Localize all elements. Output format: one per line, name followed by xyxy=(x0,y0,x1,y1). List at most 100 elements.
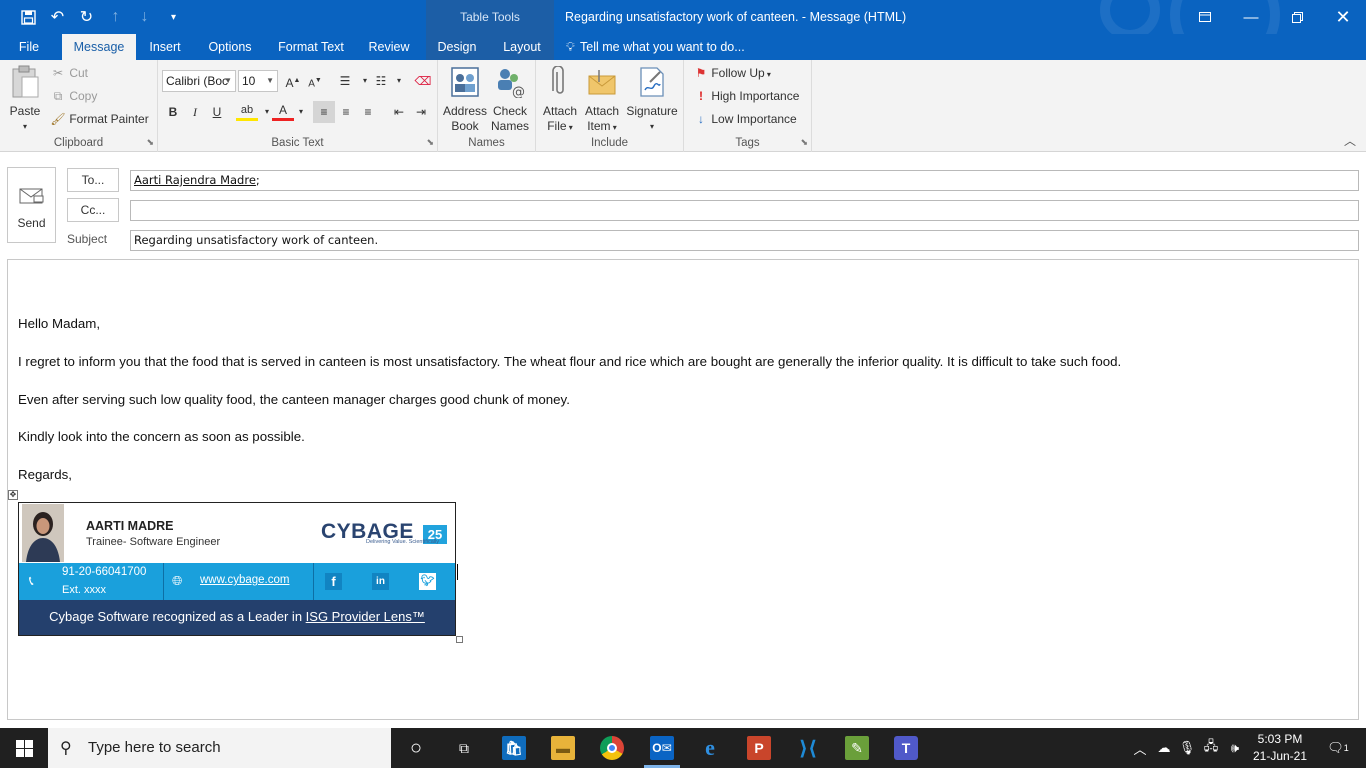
tab-file[interactable]: File xyxy=(8,34,50,60)
save-icon[interactable] xyxy=(14,0,43,34)
tab-format-text[interactable]: Format Text xyxy=(272,34,350,60)
format-painter-button[interactable]: 🖌︎ Format Painter xyxy=(50,112,148,126)
previous-item-icon[interactable]: ↑ xyxy=(101,0,130,34)
teams-icon[interactable]: T xyxy=(894,736,918,760)
cc-button[interactable]: Cc... xyxy=(67,198,119,222)
website-link[interactable]: www.cybage.com xyxy=(200,574,289,586)
task-view-icon[interactable]: ⧉ xyxy=(452,736,476,760)
tab-options[interactable]: Options xyxy=(200,34,260,60)
onedrive-icon[interactable]: ☁︎ xyxy=(1152,728,1176,768)
linkedin-icon[interactable]: in xyxy=(372,573,389,590)
underline-icon[interactable]: U xyxy=(206,101,228,123)
bold-icon[interactable]: B xyxy=(162,101,184,123)
increase-indent-icon[interactable]: ⇥ xyxy=(410,101,432,123)
font-size-combo[interactable]: 10 ▼ xyxy=(238,70,278,92)
notification-count: 1 xyxy=(1343,743,1349,753)
table-resize-handle[interactable] xyxy=(456,636,463,643)
clear-formatting-icon[interactable]: ⌫ xyxy=(412,70,434,92)
facebook-icon[interactable]: f xyxy=(325,573,342,590)
attach-item-button[interactable]: Attach Item ▾ xyxy=(582,64,622,135)
customize-qat-icon[interactable]: ▾ xyxy=(159,0,188,34)
tab-design[interactable]: Design xyxy=(432,34,482,60)
attach-file-button[interactable]: Attach File ▾ xyxy=(540,64,580,135)
notepad-plus-icon[interactable]: ✎ xyxy=(845,736,869,760)
restore-icon[interactable] xyxy=(1274,0,1320,34)
close-icon[interactable]: ✕ xyxy=(1320,0,1366,34)
volume-icon[interactable]: 🕪︎ xyxy=(1224,728,1246,768)
send-icon xyxy=(19,186,45,209)
undo-icon[interactable]: ↶ xyxy=(43,0,72,34)
chrome-icon[interactable] xyxy=(600,736,624,760)
dialog-launcher-icon[interactable]: ⬊ xyxy=(146,137,154,148)
taskbar-search-box[interactable]: ⚲ Type here to search xyxy=(48,728,391,768)
banner-text: Cybage Software recognized as a Leader i… xyxy=(49,609,306,624)
message-body[interactable]: Hello Madam, I regret to inform you that… xyxy=(7,259,1359,720)
cc-field[interactable] xyxy=(130,200,1359,221)
collapse-ribbon-icon[interactable]: ︿ xyxy=(1344,132,1356,149)
microphone-icon[interactable]: 🎙︎ xyxy=(1178,728,1196,768)
tell-me-box[interactable]: 💡︎ Tell me what you want to do... xyxy=(566,34,756,60)
bullets-icon[interactable]: ☰ xyxy=(334,70,356,92)
italic-icon[interactable]: I xyxy=(184,101,206,123)
include-group-label: Include xyxy=(590,137,629,149)
shrink-font-icon[interactable]: A▼ xyxy=(304,70,326,92)
internet-explorer-icon[interactable]: e xyxy=(698,735,722,760)
to-field[interactable]: Aarti Rajendra Madre; xyxy=(130,170,1359,191)
network-icon[interactable]: 🖧︎ xyxy=(1200,728,1222,768)
store-icon[interactable]: 🛍︎ xyxy=(502,736,526,760)
align-left-icon[interactable]: ≡ xyxy=(313,101,335,123)
next-item-icon[interactable]: ↓ xyxy=(130,0,159,34)
text-cursor xyxy=(457,564,458,580)
grow-font-icon[interactable]: A▲ xyxy=(282,70,304,92)
signature-button[interactable]: Signature ▾ xyxy=(624,64,680,134)
low-importance-button[interactable]: ↓ Low Importance xyxy=(694,112,797,126)
file-explorer-icon[interactable]: ▬ xyxy=(551,736,575,760)
cortana-icon[interactable]: ○ xyxy=(404,736,428,760)
names-group-label: Names xyxy=(468,137,505,149)
outlook-icon[interactable]: O✉ xyxy=(650,736,674,760)
tab-layout[interactable]: Layout xyxy=(498,34,546,60)
table-move-handle-icon[interactable]: ✥ xyxy=(8,490,18,500)
ribbon-tabs: File Message Insert Options Format Text … xyxy=(0,34,1366,60)
recipient-chip[interactable]: Aarti Rajendra Madre xyxy=(134,173,256,187)
chevron-down-icon[interactable]: ▾ xyxy=(388,70,410,92)
chevron-down-icon[interactable]: ▾ xyxy=(290,101,312,123)
to-button[interactable]: To... xyxy=(67,168,119,192)
phone-cell: 📞︎ 91-20-66041700 Ext. xxxx xyxy=(19,563,164,600)
follow-up-button[interactable]: ⚑ Follow Up ▾ xyxy=(694,66,771,80)
copy-button[interactable]: ⧉ Copy xyxy=(50,89,98,104)
banner-link[interactable]: ISG Provider Lens™ xyxy=(306,609,425,624)
check-names-button[interactable]: @ Check Names xyxy=(488,64,532,134)
clock[interactable]: 5:03 PM 21-Jun-21 xyxy=(1250,728,1310,768)
dialog-launcher-icon[interactable]: ⬊ xyxy=(426,137,434,148)
start-button[interactable] xyxy=(0,728,48,768)
align-center-icon[interactable]: ≡ xyxy=(335,101,357,123)
tab-message[interactable]: Message xyxy=(62,34,136,60)
chevron-down-icon: ▾ xyxy=(610,123,617,132)
vscode-icon[interactable]: ⟩⟨ xyxy=(796,736,820,760)
powerpoint-icon[interactable]: P xyxy=(747,736,771,760)
dialog-launcher-icon[interactable]: ⬊ xyxy=(800,137,808,148)
ribbon-display-options-icon[interactable] xyxy=(1182,0,1228,34)
minimize-icon[interactable]: — xyxy=(1228,0,1274,34)
font-name-combo[interactable]: Calibri (Boc ▼ xyxy=(162,70,236,92)
redo-icon[interactable]: ↻ xyxy=(72,0,101,34)
show-hidden-icons-icon[interactable]: ︿ xyxy=(1130,728,1150,768)
cut-button[interactable]: ✂︎ Cut xyxy=(50,66,88,80)
send-button[interactable]: Send xyxy=(7,167,56,243)
decrease-indent-icon[interactable]: ⇤ xyxy=(388,101,410,123)
twitter-icon[interactable]: 🐦︎ xyxy=(419,573,436,590)
notifications-button[interactable]: 🗨︎ 1 xyxy=(1318,728,1358,768)
high-importance-label: High Importance xyxy=(711,89,800,103)
tab-review[interactable]: Review xyxy=(362,34,416,60)
globe-icon: 🌐︎ xyxy=(172,573,183,588)
clipboard-group: Paste ▾ ✂︎ Cut ⧉ Copy 🖌︎ Format Painter … xyxy=(0,60,158,152)
tab-insert[interactable]: Insert xyxy=(142,34,188,60)
align-right-icon[interactable]: ≡ xyxy=(357,101,379,123)
address-book-button[interactable]: Address Book xyxy=(442,64,488,134)
paste-button[interactable]: Paste ▾ xyxy=(6,64,44,134)
attach-item-label-1: Attach xyxy=(584,104,620,118)
highlight-icon[interactable]: ab xyxy=(236,101,258,121)
high-importance-button[interactable]: ! High Importance xyxy=(694,89,799,103)
subject-field[interactable]: Regarding unsatisfactory work of canteen… xyxy=(130,230,1359,251)
